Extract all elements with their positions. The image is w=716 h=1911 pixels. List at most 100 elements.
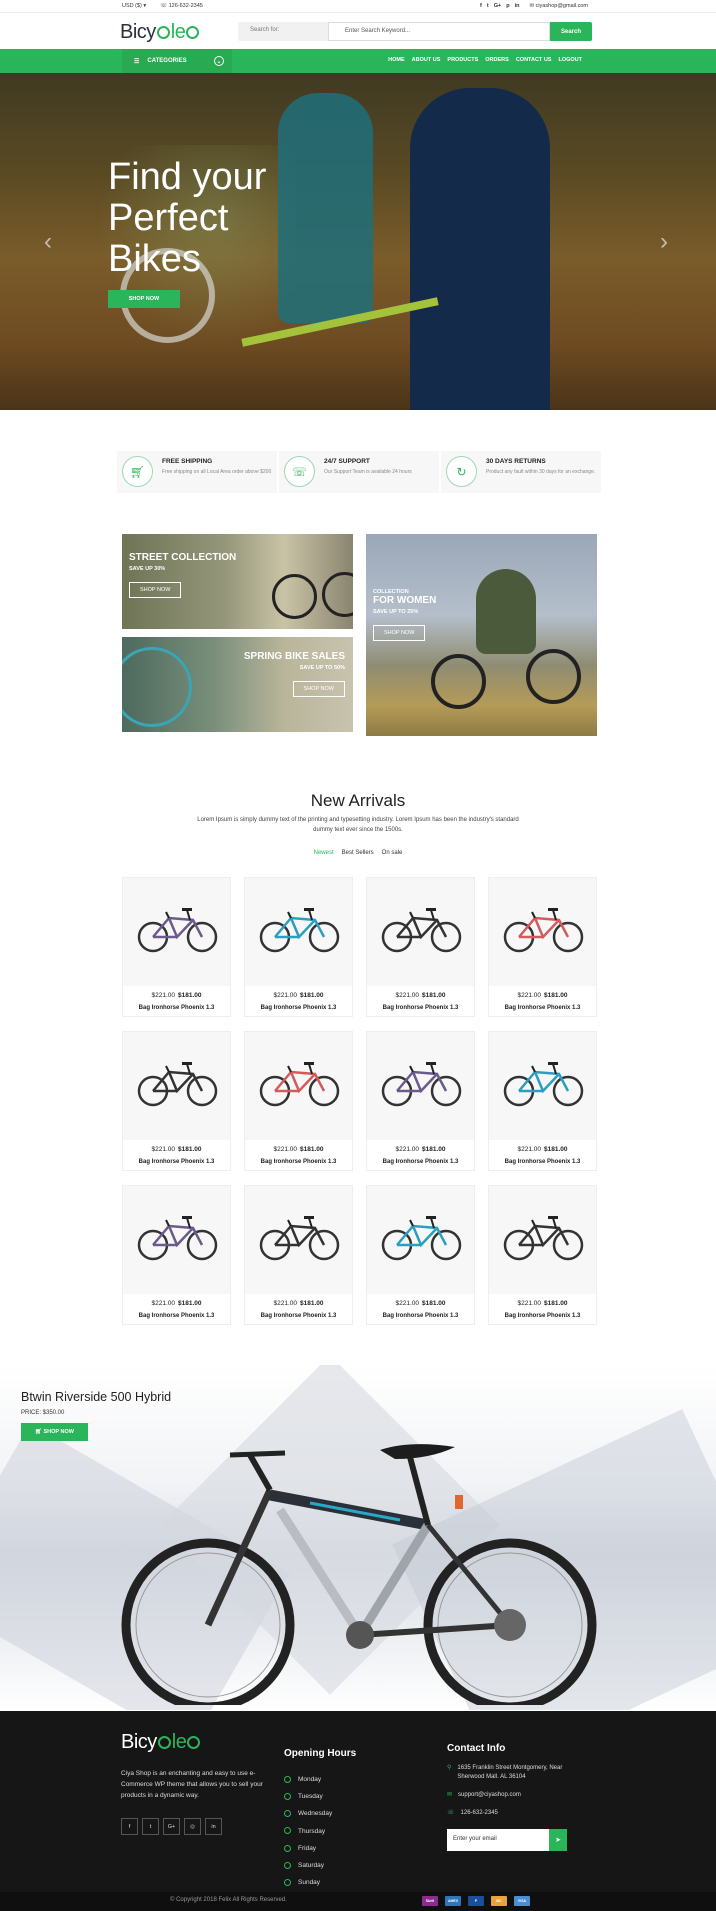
product-name[interactable]: Bag Ironhorse Phoenix 1.3 — [367, 1159, 474, 1165]
nav-contact-us[interactable]: CONTACT US — [516, 57, 552, 63]
product-card[interactable]: $221.00 $181.00 Bag Ironhorse Phoenix 1.3 — [244, 877, 353, 1017]
banner-for-women[interactable]: COLLECTION FOR WOMEN SAVE UP TO 25% SHOP… — [366, 534, 597, 736]
sale-price: $181.00 — [422, 992, 446, 999]
search-button[interactable]: Search — [550, 22, 592, 41]
banner-subtitle: SAVE UP TO 25% — [373, 609, 419, 615]
product-name[interactable]: Bag Ironhorse Phoenix 1.3 — [123, 1313, 230, 1319]
product-card[interactable]: $221.00 $181.00 Bag Ironhorse Phoenix 1.3 — [122, 1185, 231, 1325]
slider-prev-icon[interactable]: ‹ — [44, 228, 52, 256]
twitter-icon[interactable]: t — [142, 1818, 159, 1835]
pinterest-icon[interactable]: p — [506, 3, 509, 9]
mail-icon: ✉ — [447, 1792, 453, 1798]
hero-title: Find your Perfect Bikes — [108, 156, 267, 280]
product-card[interactable]: $221.00 $181.00 Bag Ironhorse Phoenix 1.3 — [488, 877, 597, 1017]
product-card[interactable]: $221.00 $181.00 Bag Ironhorse Phoenix 1.3 — [488, 1031, 597, 1171]
sale-price: $181.00 — [544, 992, 568, 999]
product-card[interactable]: $221.00 $181.00 Bag Ironhorse Phoenix 1.3 — [122, 1031, 231, 1171]
product-image[interactable] — [245, 878, 352, 986]
google-plus-icon[interactable]: G+ — [163, 1818, 180, 1835]
tab-best-sellers[interactable]: Best Sellers — [342, 850, 374, 856]
feature-free-shipping: 🛒︎ FREE SHIPPING Free shipping on all Loc… — [117, 451, 277, 493]
footer-about: Ciya Shop is an enchanting and easy to u… — [121, 1770, 263, 1799]
topbar-email[interactable]: ✉ ciyashop@gmail.com — [530, 3, 589, 9]
product-image[interactable] — [367, 1186, 474, 1294]
product-image[interactable] — [489, 878, 596, 986]
contact-info: ⚲ 1635 Franklin Street Montgomery, Near S… — [447, 1764, 587, 1827]
banner-shop-button[interactable]: SHOP NOW — [292, 681, 345, 697]
product-name[interactable]: Bag Ironhorse Phoenix 1.3 — [123, 1005, 230, 1011]
nav-logout[interactable]: LOGOUT — [558, 57, 582, 63]
linkedin-icon[interactable]: in — [205, 1818, 222, 1835]
nav-home[interactable]: HOME — [388, 57, 405, 63]
send-icon[interactable]: ➤ — [549, 1829, 567, 1851]
product-card[interactable]: $221.00 $181.00 Bag Ironhorse Phoenix 1.3 — [488, 1185, 597, 1325]
product-image[interactable] — [367, 878, 474, 986]
twitter-icon[interactable]: t — [487, 3, 489, 9]
banner-wheel — [431, 654, 486, 709]
banner-street-collection[interactable]: STREET COLLECTION SAVE UP 30% SHOP NOW — [122, 534, 353, 629]
featured-shop-button[interactable]: 🛒︎ SHOP NOW — [21, 1423, 88, 1441]
slider-next-icon[interactable]: › — [660, 228, 668, 256]
day-item: Thursday — [284, 1823, 332, 1840]
banner-title: STREET COLLECTION — [129, 552, 237, 563]
currency-select[interactable]: USD ($) ▾ — [122, 3, 146, 9]
product-name[interactable]: Bag Ironhorse Phoenix 1.3 — [367, 1005, 474, 1011]
product-image[interactable] — [245, 1186, 352, 1294]
product-card[interactable]: $221.00 $181.00 Bag Ironhorse Phoenix 1.3 — [366, 1031, 475, 1171]
logo-wheel-icon — [156, 26, 170, 39]
site-logo[interactable]: Bicy le — [120, 21, 200, 44]
contact-email[interactable]: support@ciyashop.com — [458, 1791, 521, 1800]
product-name[interactable]: Bag Ironhorse Phoenix 1.3 — [489, 1159, 596, 1165]
banner-spring-sales[interactable]: SPRING BIKE SALES SAVE UP TO 50% SHOP NO… — [122, 637, 353, 732]
nav-orders[interactable]: ORDERS — [485, 57, 509, 63]
facebook-icon[interactable]: f — [121, 1818, 138, 1835]
google-plus-icon[interactable]: G+ — [494, 3, 502, 9]
instagram-icon[interactable]: ◎ — [184, 1818, 201, 1835]
day-item: Wednesday — [284, 1805, 332, 1822]
product-name[interactable]: Bag Ironhorse Phoenix 1.3 — [245, 1313, 352, 1319]
product-name[interactable]: Bag Ironhorse Phoenix 1.3 — [489, 1313, 596, 1319]
product-image[interactable] — [245, 1032, 352, 1140]
product-name[interactable]: Bag Ironhorse Phoenix 1.3 — [123, 1159, 230, 1165]
product-card[interactable]: $221.00 $181.00 Bag Ironhorse Phoenix 1.3 — [366, 877, 475, 1017]
search-input[interactable]: Enter Search Keyword... — [328, 22, 550, 41]
sale-price: $181.00 — [178, 1300, 202, 1307]
linkedin-icon[interactable]: in — [515, 3, 520, 9]
hero-shop-button[interactable]: SHOP NOW — [108, 290, 180, 308]
footer-logo[interactable]: Bicy le — [121, 1731, 201, 1754]
product-image[interactable] — [489, 1186, 596, 1294]
tab-newest[interactable]: Newest — [314, 850, 334, 856]
sale-price: $181.00 — [178, 1146, 202, 1153]
nav-products[interactable]: PRODUCTS — [447, 57, 478, 63]
product-price: $221.00 $181.00 — [123, 1300, 230, 1307]
newsletter-email-input[interactable]: Enter your email — [447, 1829, 549, 1851]
product-image[interactable] — [489, 1032, 596, 1140]
product-image[interactable] — [123, 1186, 230, 1294]
product-card[interactable]: $221.00 $181.00 Bag Ironhorse Phoenix 1.3 — [244, 1185, 353, 1325]
bike-image — [503, 1216, 584, 1261]
old-price: $221.00 — [395, 1300, 420, 1307]
old-price: $221.00 — [151, 1146, 176, 1153]
copyright-bar: © Copyright 2018 Felix All Rights Reserv… — [0, 1892, 716, 1911]
banner-shop-button[interactable]: SHOP NOW — [129, 582, 182, 598]
product-image[interactable] — [123, 878, 230, 986]
tab-on-sale[interactable]: On sale — [382, 850, 403, 856]
banner-shop-button[interactable]: SHOP NOW — [373, 625, 426, 641]
product-card[interactable]: $221.00 $181.00 Bag Ironhorse Phoenix 1.3 — [366, 1185, 475, 1325]
topbar-social: f t G+ p in — [480, 3, 519, 9]
product-card[interactable]: $221.00 $181.00 Bag Ironhorse Phoenix 1.3 — [244, 1031, 353, 1171]
menu-icon: ☰ — [134, 58, 140, 65]
categories-button[interactable]: ☰ CATEGORIES ⌄ — [122, 49, 232, 73]
product-name[interactable]: Bag Ironhorse Phoenix 1.3 — [489, 1005, 596, 1011]
product-name[interactable]: Bag Ironhorse Phoenix 1.3 — [245, 1159, 352, 1165]
product-name[interactable]: Bag Ironhorse Phoenix 1.3 — [367, 1313, 474, 1319]
nav-about-us[interactable]: ABOUT US — [412, 57, 441, 63]
product-price: $221.00 $181.00 — [245, 992, 352, 999]
bike-image — [381, 1216, 462, 1261]
product-image[interactable] — [367, 1032, 474, 1140]
product-name[interactable]: Bag Ironhorse Phoenix 1.3 — [245, 1005, 352, 1011]
product-image[interactable] — [123, 1032, 230, 1140]
facebook-icon[interactable]: f — [480, 3, 482, 9]
product-card[interactable]: $221.00 $181.00 Bag Ironhorse Phoenix 1.3 — [122, 877, 231, 1017]
header: Bicy le Search for: Enter Search Keyword.… — [0, 13, 716, 49]
